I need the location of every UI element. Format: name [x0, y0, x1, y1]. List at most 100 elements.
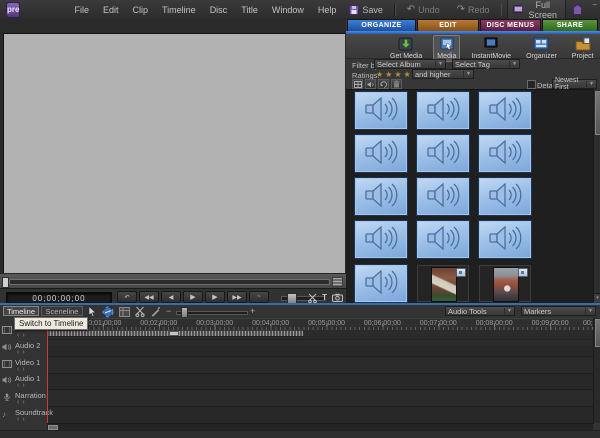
tab-edit[interactable]: EDIT	[417, 19, 479, 31]
track-collapse-arrows[interactable]: ‹›	[17, 382, 28, 389]
audio-clip-thumbnail[interactable]	[479, 92, 531, 129]
photo-image	[493, 267, 519, 302]
menu-item-help[interactable]: Help	[311, 5, 344, 15]
media-grid-scrollbar[interactable]: ▾	[593, 89, 600, 302]
step-forward-button[interactable]: ▶	[205, 291, 225, 303]
audio-clip-thumbnail[interactable]	[355, 135, 407, 172]
app-item-organizer[interactable]: Organizer	[522, 35, 561, 62]
play-button[interactable]: ▶	[183, 291, 203, 303]
timeline-vertical-scrollbar[interactable]	[593, 318, 600, 423]
seek-groove[interactable]	[9, 279, 330, 285]
audio-clip-thumbnail[interactable]	[417, 92, 469, 129]
add-text-icon[interactable]: T	[322, 293, 327, 302]
time-stretch-tool-icon[interactable]	[102, 306, 114, 318]
freeze-frame-camera-icon[interactable]	[332, 293, 343, 302]
audio-tools-dropdown[interactable]: Audio Tools ▼	[445, 306, 515, 316]
app-item-project[interactable]: Project	[568, 35, 598, 62]
tab-timeline[interactable]: Timeline	[3, 306, 39, 316]
track-collapse-arrows[interactable]: ‹›	[17, 416, 28, 423]
monitor-edit-tools: T	[308, 292, 343, 303]
scrollbar-thumb[interactable]	[595, 91, 600, 135]
star-icon[interactable]: ★	[385, 70, 392, 79]
audio-clip-thumbnail[interactable]	[355, 92, 407, 129]
rotate-button[interactable]	[378, 79, 389, 89]
menu-item-file[interactable]: File	[67, 5, 96, 15]
timeline-tracks-area[interactable]	[47, 330, 594, 423]
star-icon[interactable]: ★	[394, 70, 401, 79]
audio-clip-thumbnail[interactable]	[355, 178, 407, 215]
audio-preview-button[interactable]	[365, 79, 376, 89]
pen-tool-icon[interactable]	[150, 306, 161, 317]
select-album-dropdown[interactable]: Select Album ▼	[374, 59, 446, 69]
shuttle-mode-icon: ~	[257, 294, 261, 300]
track-collapse-arrows[interactable]: ‹›	[17, 399, 28, 406]
menu-item-edit[interactable]: Edit	[96, 5, 126, 15]
photo-thumbnail[interactable]	[417, 265, 469, 302]
audio-clip-thumbnail[interactable]	[355, 265, 407, 302]
details-checkbox[interactable]	[527, 80, 536, 89]
and-higher-dropdown[interactable]: and higher ▼	[412, 69, 474, 79]
audio-clip-thumbnail[interactable]	[355, 221, 407, 258]
fast-forward-button[interactable]: ▶▶	[227, 291, 247, 303]
minimize-button[interactable]: −	[592, 0, 597, 9]
star-icon[interactable]: ★	[376, 70, 383, 79]
menu-item-disc[interactable]: Disc	[203, 5, 235, 15]
marker-widget[interactable]	[332, 277, 343, 287]
playhead[interactable]	[47, 318, 48, 423]
properties-icon[interactable]	[119, 307, 130, 317]
audio-clip-thumbnail[interactable]	[479, 178, 531, 215]
tab-disc-menus[interactable]: DISC MENUS	[480, 19, 541, 31]
menu-item-clip[interactable]: Clip	[125, 5, 155, 15]
tab-organize[interactable]: ORGANIZE	[347, 19, 416, 31]
sort-order-dropdown[interactable]: Newest First ▼	[552, 79, 597, 89]
timeline-zoom-handle[interactable]	[181, 307, 188, 318]
app-item-get-media[interactable]: Get Media	[386, 35, 426, 62]
audio-clip-thumbnail[interactable]	[417, 178, 469, 215]
tab-sceneline[interactable]: Sceneline	[41, 306, 83, 316]
menu-item-title[interactable]: Title	[234, 5, 265, 15]
shuttle-mode-button[interactable]: ~	[249, 291, 269, 303]
zoom-in-icon[interactable]: +	[250, 306, 255, 316]
audio-clip-thumbnail[interactable]	[479, 135, 531, 172]
menu-item-window[interactable]: Window	[265, 5, 311, 15]
save-button[interactable]: Save	[343, 4, 389, 16]
app-item-media[interactable]: Media	[433, 35, 460, 62]
track-collapse-arrows[interactable]: ‹›	[17, 366, 28, 373]
track-collapse-arrows[interactable]: ‹›	[17, 349, 28, 356]
menu-item-timeline[interactable]: Timeline	[155, 5, 203, 15]
speaker-icon	[362, 224, 400, 256]
zoom-out-icon[interactable]: −	[166, 306, 171, 316]
thumbnail-view-button[interactable]	[352, 79, 363, 89]
select-tag-dropdown[interactable]: Select Tag ▼	[452, 59, 520, 69]
track-collapse-arrows[interactable]: ‹›	[17, 332, 28, 339]
chevron-down-icon: ▼	[463, 71, 471, 77]
scrollbar-thumb[interactable]	[595, 319, 600, 347]
redo-button[interactable]: ↷ Redo	[451, 3, 496, 16]
scroll-down-arrow[interactable]: ▾	[594, 293, 600, 302]
seek-handle[interactable]	[2, 277, 9, 288]
markers-value: Markers	[524, 307, 551, 316]
audio-clip-thumbnail[interactable]	[479, 221, 531, 258]
save-icon	[349, 5, 359, 15]
go-to-previous-edit-button[interactable]: ↶	[117, 291, 137, 303]
markers-dropdown[interactable]: Markers ▼	[521, 306, 596, 316]
tab-share[interactable]: SHARE	[542, 19, 598, 31]
work-area-bar[interactable]	[47, 330, 303, 337]
selection-tool-icon[interactable]	[88, 306, 97, 317]
step-back-button[interactable]: ◀	[161, 291, 181, 303]
app-item-instantmovie[interactable]: InstantMovie	[467, 35, 515, 62]
star-icon[interactable]: ★	[404, 70, 411, 79]
undo-button[interactable]: ↶ Undo	[401, 3, 446, 16]
audio-clip-thumbnail[interactable]	[417, 221, 469, 258]
photo-thumbnail[interactable]	[479, 265, 531, 302]
speaker-icon	[362, 268, 400, 300]
work-area-grip[interactable]	[169, 331, 179, 336]
home-icon[interactable]	[571, 4, 581, 15]
rewind-button[interactable]: ◀◀	[139, 291, 159, 303]
delete-button[interactable]	[391, 79, 402, 89]
split-clip-tool-icon[interactable]	[135, 306, 145, 317]
toolbar-separator	[501, 4, 503, 16]
and-higher-value: and higher	[415, 70, 450, 79]
audio-clip-thumbnail[interactable]	[417, 135, 469, 172]
split-clip-icon[interactable]	[308, 293, 317, 303]
